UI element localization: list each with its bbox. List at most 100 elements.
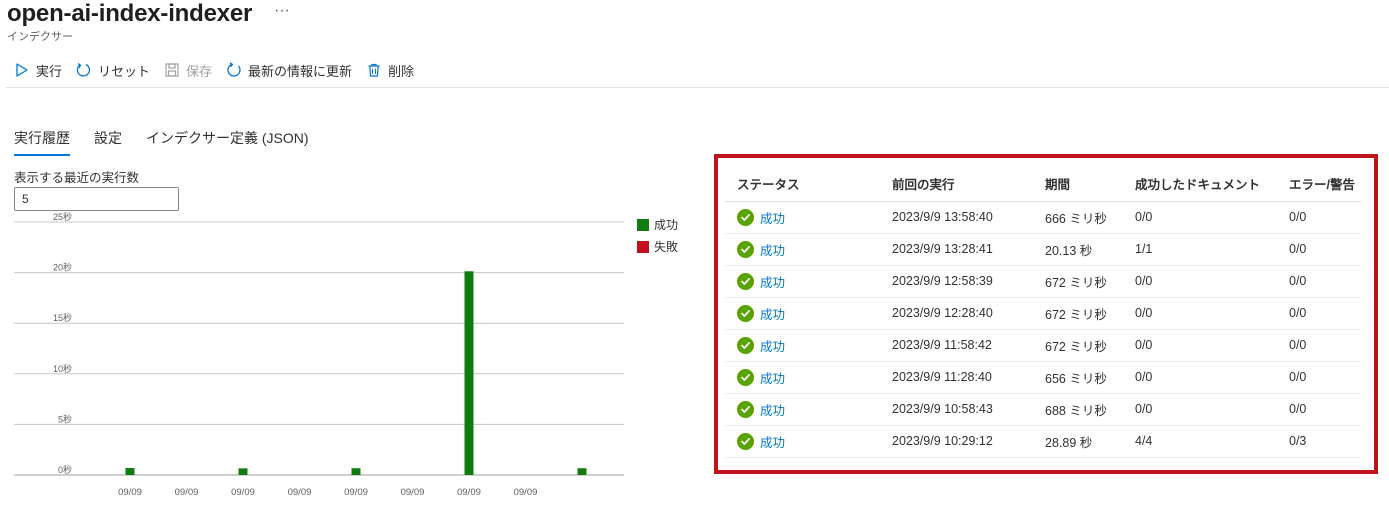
- last-run-cell: 2023/9/9 12:28:40: [880, 297, 1033, 330]
- x-tick-label: 09/09: [401, 487, 425, 498]
- errors-warnings-cell: 0/0: [1277, 361, 1361, 394]
- status-link[interactable]: 成功: [760, 336, 785, 355]
- status-link[interactable]: 成功: [760, 208, 785, 227]
- run-history-chart: 0秒 5秒 10秒 15秒 20秒 25秒 09/09 09/09 09/09 09/09 09/0…: [14, 211, 624, 498]
- status-link[interactable]: 成功: [760, 400, 785, 419]
- legend-label-success: 成功: [654, 218, 679, 232]
- table-header-row: ステータス 前回の実行 期間 成功したドキュメント エラー/警告: [725, 167, 1361, 202]
- bar-success: [238, 468, 248, 475]
- run-count-label: 表示する最近の実行数: [14, 171, 140, 185]
- success-check-icon: [737, 208, 754, 226]
- column-header-errors-warnings[interactable]: エラー/警告: [1277, 167, 1361, 202]
- duration-cell: 656 ミリ秒: [1033, 361, 1123, 394]
- legend-swatch-failure: [637, 240, 649, 253]
- table-row[interactable]: 成功 2023/9/9 10:58:43 688 ミリ秒 0/0 0/0: [725, 393, 1361, 426]
- x-tick-label: 09/09: [457, 487, 481, 498]
- status-link[interactable]: 成功: [760, 368, 785, 387]
- page-subtitle: インデクサー: [7, 31, 73, 43]
- errors-warnings-cell: 0/0: [1277, 233, 1361, 266]
- save-button[interactable]: 保存: [164, 61, 212, 80]
- save-icon: [165, 63, 179, 77]
- table-row[interactable]: 成功 2023/9/9 13:58:40 666 ミリ秒 0/0 0/0: [725, 201, 1361, 234]
- legend-item-failure: 失敗: [637, 238, 678, 255]
- toolbar-divider: [6, 87, 1389, 88]
- table-row[interactable]: 成功 2023/9/9 10:29:12 28.89 秒 4/4 0/3: [725, 425, 1361, 458]
- table-row[interactable]: 成功 2023/9/9 13:28:41 20.13 秒 1/1 0/0: [725, 233, 1361, 266]
- column-header-succeeded-docs[interactable]: 成功したドキュメント: [1123, 167, 1277, 202]
- status-cell: 成功: [725, 425, 880, 458]
- status-link[interactable]: 成功: [760, 272, 785, 291]
- command-bar: 実行 リセット 保存 最新の情報に更新 削除: [14, 59, 428, 81]
- errors-warnings-cell: 0/0: [1277, 329, 1361, 362]
- status-link[interactable]: 成功: [760, 240, 785, 259]
- succeeded-docs-cell: 0/0: [1123, 329, 1277, 362]
- last-run-cell: 2023/9/9 13:28:41: [880, 233, 1033, 266]
- tab-list: 実行履歴 設定 インデクサー定義 (JSON): [14, 128, 333, 156]
- duration-cell: 672 ミリ秒: [1033, 329, 1123, 362]
- table-row[interactable]: 成功 2023/9/9 12:28:40 672 ミリ秒 0/0 0/0: [725, 297, 1361, 330]
- success-check-icon: [737, 272, 754, 290]
- tab-run-history[interactable]: 実行履歴: [14, 128, 70, 156]
- run-button-label: 実行: [36, 63, 63, 79]
- table-row[interactable]: 成功 2023/9/9 12:58:39 672 ミリ秒 0/0 0/0: [725, 265, 1361, 298]
- status-link[interactable]: 成功: [760, 304, 785, 323]
- legend-item-success: 成功: [637, 216, 678, 233]
- delete-button[interactable]: 削除: [366, 61, 414, 80]
- reset-icon: [76, 62, 91, 77]
- errors-warnings-cell: 0/0: [1277, 201, 1361, 234]
- y-tick-label: 25秒: [53, 211, 72, 222]
- success-check-icon: [737, 368, 754, 386]
- tab-settings[interactable]: 設定: [94, 128, 122, 156]
- last-run-cell: 2023/9/9 11:58:42: [880, 329, 1033, 362]
- reset-button-label: リセット: [98, 63, 151, 79]
- succeeded-docs-cell: 0/0: [1123, 201, 1277, 234]
- success-check-icon: [737, 304, 754, 322]
- reset-button[interactable]: リセット: [76, 61, 150, 80]
- table-row[interactable]: 成功 2023/9/9 11:28:40 656 ミリ秒 0/0 0/0: [725, 361, 1361, 394]
- status-cell: 成功: [725, 265, 880, 298]
- errors-warnings-cell: 0/0: [1277, 265, 1361, 298]
- last-run-cell: 2023/9/9 10:29:12: [880, 425, 1033, 458]
- legend-label-failure: 失敗: [654, 240, 679, 254]
- y-tick-label: 5秒: [58, 413, 72, 424]
- succeeded-docs-cell: 1/1: [1123, 233, 1277, 266]
- page-title: open-ai-index-indexer: [7, 0, 253, 27]
- column-header-duration[interactable]: 期間: [1033, 167, 1123, 202]
- status-cell: 成功: [725, 233, 880, 266]
- errors-warnings-cell: 0/0: [1277, 393, 1361, 426]
- last-run-cell: 2023/9/9 10:58:43: [880, 393, 1033, 426]
- errors-warnings-cell: 0/0: [1277, 297, 1361, 330]
- status-cell: 成功: [725, 201, 880, 234]
- duration-cell: 666 ミリ秒: [1033, 201, 1123, 234]
- duration-cell: 28.89 秒: [1033, 425, 1123, 458]
- succeeded-docs-cell: 0/0: [1123, 361, 1277, 394]
- more-options-button[interactable]: ···: [274, 2, 290, 20]
- save-button-label: 保存: [186, 63, 213, 79]
- x-tick-label: 09/09: [288, 487, 312, 498]
- duration-cell: 672 ミリ秒: [1033, 265, 1123, 298]
- success-check-icon: [737, 240, 754, 258]
- legend-swatch-success: [637, 218, 649, 231]
- table-row[interactable]: 成功 2023/9/9 11:58:42 672 ミリ秒 0/0 0/0: [725, 329, 1361, 362]
- x-tick-label: 09/09: [175, 487, 199, 498]
- play-icon: [16, 63, 28, 77]
- column-header-status[interactable]: ステータス: [725, 167, 880, 202]
- duration-cell: 20.13 秒: [1033, 233, 1123, 266]
- success-check-icon: [737, 432, 754, 450]
- succeeded-docs-cell: 4/4: [1123, 425, 1277, 458]
- run-button[interactable]: 実行: [14, 61, 62, 80]
- succeeded-docs-cell: 0/0: [1123, 265, 1277, 298]
- delete-button-label: 削除: [388, 63, 415, 79]
- trash-icon: [368, 63, 380, 77]
- bar-success: [125, 468, 135, 475]
- run-count-input[interactable]: [14, 187, 179, 211]
- succeeded-docs-cell: 0/0: [1123, 393, 1277, 426]
- errors-warnings-cell: 0/3: [1277, 425, 1361, 458]
- refresh-button[interactable]: 最新の情報に更新: [226, 61, 352, 80]
- column-header-last-run[interactable]: 前回の実行: [880, 167, 1033, 202]
- success-check-icon: [737, 336, 754, 354]
- success-check-icon: [737, 400, 754, 418]
- chart-legend: 成功 失敗: [637, 216, 678, 260]
- tab-indexer-definition-json[interactable]: インデクサー定義 (JSON): [146, 128, 309, 156]
- status-link[interactable]: 成功: [760, 432, 785, 451]
